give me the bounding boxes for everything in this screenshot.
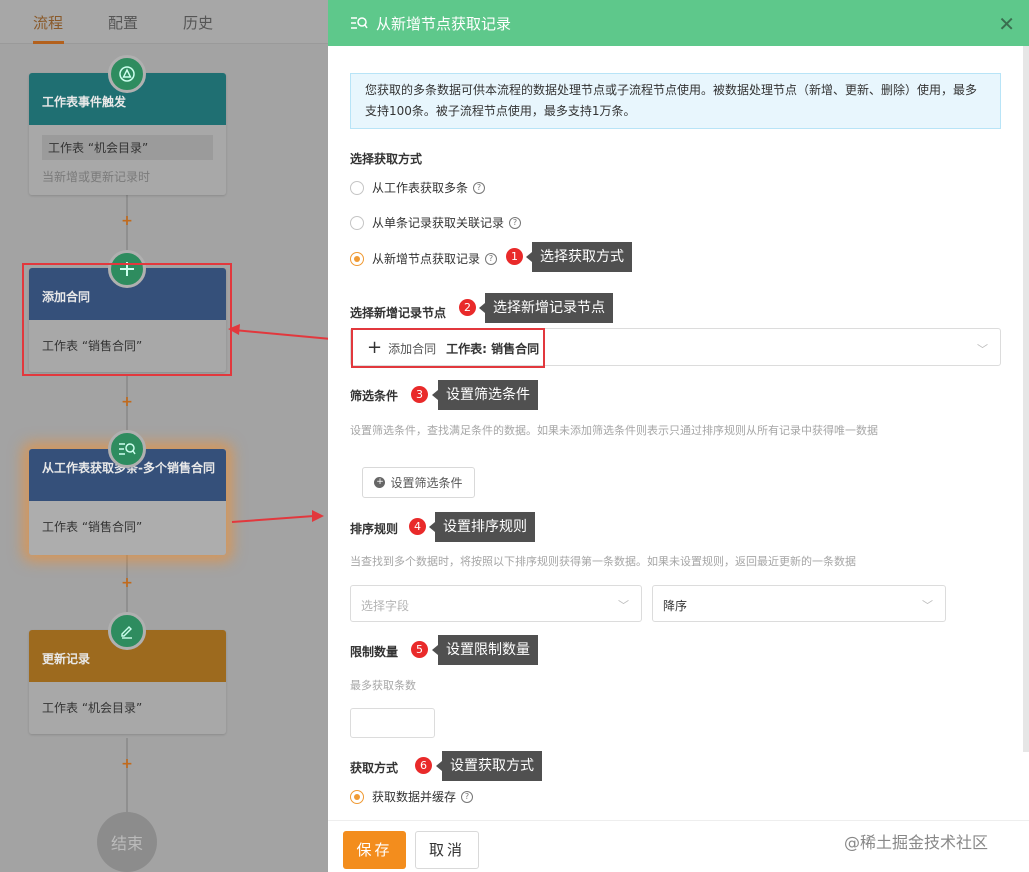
save-button[interactable]: 保存 — [343, 831, 406, 869]
top-tabs: 流程 配置 历史 — [0, 0, 328, 44]
search-list-icon — [108, 430, 146, 468]
step-badge: 3 — [411, 386, 428, 403]
radio-label: 获取数据并缓存 — [372, 790, 457, 804]
help-icon[interactable]: ? — [473, 181, 486, 194]
drawer-header: 从新增节点获取记录 — [328, 0, 1029, 46]
node-sheet: 工作表 “机会目录” — [29, 682, 226, 734]
add-node-plus[interactable]: + — [121, 395, 133, 409]
search-list-icon — [350, 15, 368, 31]
cancel-button[interactable]: 取消 — [415, 831, 479, 869]
radio-label: 从工作表获取多条 — [372, 181, 469, 195]
trigger-icon — [108, 55, 146, 93]
tab-flow[interactable]: 流程 — [33, 12, 63, 33]
tab-history[interactable]: 历史 — [183, 12, 213, 33]
add-node-plus[interactable]: + — [121, 576, 133, 590]
node-sheet: 工作表 “销售合同” — [29, 501, 226, 555]
radio-fetch-cache[interactable]: 获取数据并缓存 ? — [350, 788, 474, 805]
radio-circle-selected[interactable] — [350, 789, 364, 804]
watermark: @稀土掘金技术社区 — [844, 833, 989, 852]
node-select[interactable]: + 添加合同 工作表: 销售合同 ﹀ — [350, 328, 1001, 368]
callout: 设置筛选条件 — [432, 380, 538, 410]
radio-circle[interactable] — [350, 180, 364, 195]
add-node-plus[interactable]: + — [121, 214, 133, 228]
sort-field-placeholder: 选择字段 — [361, 599, 410, 613]
chevron-down-icon: ﹀ — [618, 599, 629, 612]
step-badge: 4 — [409, 518, 426, 535]
plus-circle-icon: + — [374, 477, 386, 488]
annotation-arrow — [231, 510, 324, 523]
radio-circle-selected[interactable] — [350, 251, 364, 266]
chevron-down-icon: ﹀ — [922, 599, 933, 612]
fetch-label: 获取方式 — [350, 761, 399, 775]
radio-from-sheet[interactable]: 从工作表获取多条 ? — [350, 179, 486, 196]
sort-order-value: 降序 — [663, 599, 688, 613]
chevron-down-icon: ﹀ — [977, 343, 988, 356]
sort-label: 排序规则 — [350, 522, 399, 536]
help-icon[interactable]: ? — [461, 790, 474, 803]
selected-node-name: 添加合同 — [388, 341, 437, 356]
annotation-box — [22, 263, 232, 376]
plus-icon: + — [367, 337, 383, 358]
step-badge: 1 — [506, 248, 523, 265]
radio-label: 从单条记录获取关联记录 — [372, 216, 505, 230]
limit-label: 限制数量 — [350, 645, 399, 659]
radio-from-related[interactable]: 从单条记录获取关联记录 ? — [350, 214, 522, 231]
connector-line — [126, 738, 128, 814]
set-filter-label: 设置筛选条件 — [390, 476, 463, 490]
end-node: 结束 — [97, 812, 157, 872]
limit-input[interactable] — [350, 708, 435, 738]
method-label: 选择获取方式 — [350, 152, 423, 166]
filter-description: 设置筛选条件，查找满足条件的数据。如果未添加筛选条件则表示只通过排序规则从所有记… — [350, 424, 878, 437]
node-sheet: 工作表 “机会目录” — [42, 135, 213, 160]
step-badge: 6 — [415, 757, 432, 774]
sort-description: 当查找到多个数据时，将按照以下排序规则获得第一条数据。如果未设置规则，返回最近更… — [350, 555, 856, 568]
help-icon[interactable]: ? — [509, 216, 522, 229]
callout: 选择获取方式 — [526, 242, 632, 272]
step-badge: 2 — [459, 299, 476, 316]
close-icon[interactable]: ✕ — [998, 12, 1015, 36]
radio-circle[interactable] — [350, 215, 364, 230]
node-label: 选择新增记录节点 — [350, 306, 447, 320]
set-filter-button[interactable]: + 设置筛选条件 — [362, 467, 475, 498]
help-icon[interactable]: ? — [485, 252, 498, 265]
scrollbar[interactable] — [1023, 46, 1029, 752]
drawer-footer: 保存 取消 @稀土掘金技术社区 — [328, 820, 1029, 872]
callout: 设置限制数量 — [432, 635, 538, 665]
tab-config[interactable]: 配置 — [108, 12, 138, 33]
callout: 设置获取方式 — [436, 751, 542, 781]
edit-icon — [108, 612, 146, 650]
drawer-title: 从新增节点获取记录 — [376, 14, 512, 33]
selected-node-sheet: 工作表: 销售合同 — [446, 341, 540, 356]
sort-order-select[interactable]: 降序 ﹀ — [652, 585, 946, 622]
node-condition: 当新增或更新记录时 — [42, 170, 151, 184]
filter-label: 筛选条件 — [350, 389, 399, 403]
info-notice: 您获取的多条数据可供本流程的数据处理节点或子流程节点使用。被数据处理节点（新增、… — [350, 73, 1001, 129]
sort-field-select[interactable]: 选择字段 ﹀ — [350, 585, 642, 622]
config-drawer: 从新增节点获取记录 ✕ 您获取的多条数据可供本流程的数据处理节点或子流程节点使用… — [328, 0, 1029, 872]
add-node-plus[interactable]: + — [121, 757, 133, 771]
radio-from-new-node[interactable]: 从新增节点获取记录 ? — [350, 250, 498, 267]
callout: 选择新增记录节点 — [479, 293, 613, 323]
flow-canvas: 流程 配置 历史 + + + + 工作表事件触发 工作表 “机会目录” 当新增或… — [0, 0, 328, 872]
step-badge: 5 — [411, 641, 428, 658]
tab-active-indicator — [33, 41, 64, 44]
limit-description: 最多获取条数 — [350, 679, 416, 692]
radio-label: 从新增节点获取记录 — [372, 252, 481, 266]
selected-node: + 添加合同 工作表: 销售合同 — [351, 328, 545, 368]
callout: 设置排序规则 — [429, 512, 535, 542]
